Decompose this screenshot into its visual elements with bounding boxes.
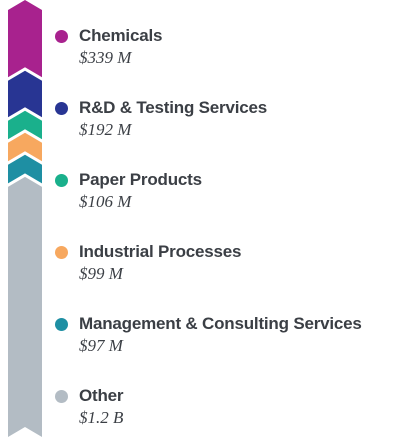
legend-label: R&D & Testing Services xyxy=(79,98,268,117)
legend-dot xyxy=(55,246,68,259)
legend-label: Industrial Processes xyxy=(79,242,242,261)
legend-value: $99 M xyxy=(79,264,123,283)
legend-dot xyxy=(55,174,68,187)
legend-dot xyxy=(55,390,68,403)
stack-segment-chemicals xyxy=(8,0,42,78)
legend-label: Other xyxy=(79,386,124,405)
legend-label: Management & Consulting Services xyxy=(79,314,362,333)
legend-value: $1.2 B xyxy=(79,408,124,427)
legend-dot xyxy=(55,102,68,115)
legend-value: $339 M xyxy=(79,48,132,67)
legend-value: $106 M xyxy=(79,192,132,211)
stack-segment-other xyxy=(8,176,42,437)
stacked-bar xyxy=(8,0,42,437)
legend-label: Paper Products xyxy=(79,170,202,189)
legend-value: $192 M xyxy=(79,120,132,139)
legend-value: $97 M xyxy=(79,336,123,355)
legend-dot xyxy=(55,30,68,43)
legend-label: Chemicals xyxy=(79,26,163,45)
stack-segment-r-d-testing-services xyxy=(8,70,42,118)
legend-dot xyxy=(55,318,68,331)
